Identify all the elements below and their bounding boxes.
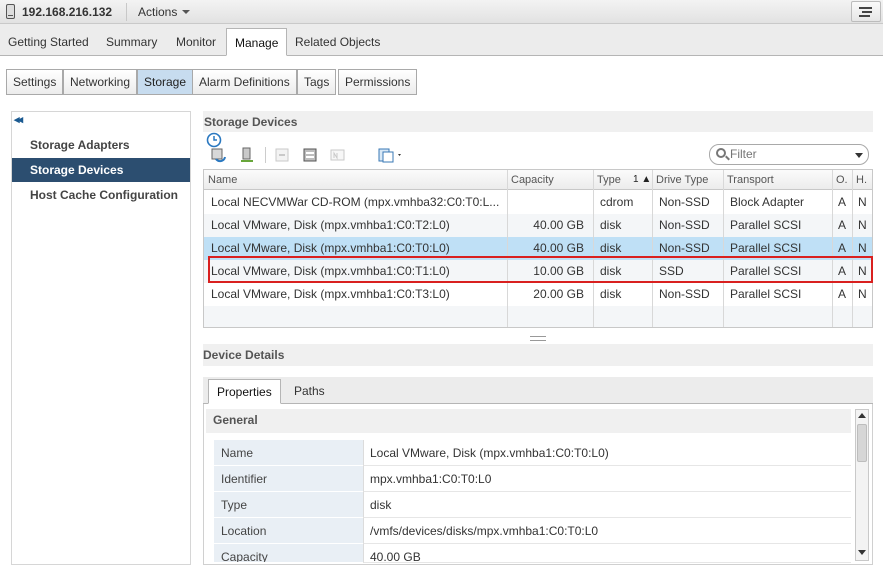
toolbar-divider — [265, 147, 266, 163]
table-row-empty — [204, 306, 872, 327]
column-header-name[interactable]: Name — [204, 170, 507, 190]
table-row[interactable]: Local NECVMWar CD-ROM (mpx.vmhba32:C0:T0… — [204, 191, 872, 214]
column-header-drive-type[interactable]: Drive Type — [652, 170, 723, 190]
property-label-identifier: Identifier — [214, 466, 363, 492]
column-divider — [723, 170, 724, 327]
tab-getting-started[interactable]: Getting Started — [0, 28, 97, 56]
column-header-h[interactable]: H. — [852, 170, 872, 190]
cell-name: Local VMware, Disk (mpx.vmhba1:C0:T2:L0) — [211, 218, 450, 232]
title-bar — [0, 0, 883, 24]
subtab-permissions[interactable]: Permissions — [338, 69, 418, 95]
filter-input[interactable] — [730, 146, 848, 162]
nav-item-host-cache-configuration[interactable]: Host Cache Configuration — [12, 183, 190, 207]
column-header-transport[interactable]: Transport — [723, 170, 832, 190]
scrollbar-thumb[interactable] — [857, 424, 867, 462]
cell-capacity: 40.00 GB — [533, 218, 584, 232]
scroll-up-icon[interactable] — [855, 409, 869, 422]
tab-monitor[interactable]: Monitor — [168, 28, 224, 56]
property-value-capacity: 40.00 GB — [363, 544, 851, 563]
column-divider — [593, 170, 594, 327]
property-label-name: Name — [214, 440, 363, 466]
cell-o: A — [838, 195, 847, 209]
host-icon — [6, 4, 15, 19]
subtab-networking[interactable]: Networking — [63, 69, 138, 95]
menu-icon — [859, 7, 872, 9]
nav-item-storage-adapters[interactable]: Storage Adapters — [12, 133, 190, 157]
column-header-o[interactable]: O. — [832, 170, 852, 190]
table-row[interactable]: Local VMware, Disk (mpx.vmhba1:C0:T3:L0)… — [204, 283, 872, 306]
scroll-down-icon[interactable] — [855, 545, 869, 559]
subtab-alarm-definitions[interactable]: Alarm Definitions — [192, 69, 297, 95]
tab-manage[interactable]: Manage — [226, 28, 288, 56]
cell-type: disk — [600, 218, 622, 232]
title-divider — [126, 3, 127, 21]
refresh-clock-icon[interactable] — [206, 132, 222, 148]
column-header-capacity[interactable]: Capacity — [507, 170, 593, 190]
cell-drive-type: Non-SSD — [659, 287, 710, 301]
cell-h: N — [858, 195, 867, 209]
cell-h: N — [858, 287, 867, 301]
host-title: 192.168.216.132 — [22, 5, 113, 19]
tab-paths[interactable]: Paths — [286, 379, 333, 404]
cell-capacity — [507, 191, 593, 214]
cell-type: cdrom — [600, 195, 634, 209]
disk-icon[interactable] — [302, 147, 318, 163]
general-section-title: General — [213, 413, 258, 427]
column-divider — [852, 170, 853, 327]
subtab-settings[interactable]: Settings — [6, 69, 64, 95]
mark-flash-icon[interactable] — [330, 147, 346, 163]
property-label-location: Location — [214, 518, 363, 544]
property-value-identifier: mpx.vmhba1:C0:T0:L0 — [363, 466, 851, 492]
tab-related-objects[interactable]: Related Objects — [287, 28, 388, 56]
nav-item-storage-devices[interactable]: Storage Devices — [12, 158, 190, 182]
attach-device-icon[interactable] — [239, 147, 255, 163]
cell-h: N — [858, 218, 867, 232]
menu-icon-line — [862, 11, 872, 13]
cell-o: A — [838, 218, 847, 232]
device-details-title: Device Details — [203, 348, 285, 362]
sort-indicator-icon: 1 ▲ — [633, 174, 652, 185]
detach-device-icon[interactable] — [274, 147, 290, 163]
storage-devices-title: Storage Devices — [204, 115, 298, 129]
column-divider — [507, 170, 508, 327]
property-label-capacity: Capacity — [214, 544, 363, 563]
cell-transport: Parallel SCSI — [730, 218, 802, 232]
general-section-bar — [206, 409, 851, 433]
subtab-storage[interactable]: Storage — [137, 69, 194, 95]
column-divider — [832, 170, 833, 327]
subtab-tags[interactable]: Tags — [297, 69, 337, 95]
tab-summary[interactable]: Summary — [98, 28, 165, 56]
cell-drive-type: Non-SSD — [659, 218, 710, 232]
property-label-type: Type — [214, 492, 363, 518]
menu-icon-line — [859, 15, 870, 17]
property-value-type: disk — [363, 492, 851, 518]
cell-transport: Parallel SCSI — [730, 287, 802, 301]
more-actions-icon[interactable] — [378, 147, 404, 163]
filter-dropdown-icon[interactable] — [855, 153, 863, 158]
panel-splitter[interactable] — [530, 336, 546, 341]
cell-capacity: 20.00 GB — [533, 287, 584, 301]
cell-type: disk — [600, 287, 622, 301]
actions-label: Actions — [138, 5, 178, 19]
ssd-row-highlight — [208, 256, 873, 283]
storage-devices-header — [203, 111, 873, 132]
cell-o: A — [838, 287, 847, 301]
menu-button[interactable] — [851, 1, 881, 22]
cell-name: Local VMware, Disk (mpx.vmhba1:C0:T3:L0) — [211, 287, 450, 301]
cell-name: Local NECVMWar CD-ROM (mpx.vmhba32:C0:T0… — [211, 195, 500, 209]
column-header-type[interactable]: Type — [593, 170, 629, 190]
column-divider — [652, 170, 653, 327]
device-details-header — [203, 344, 873, 366]
actions-menu[interactable]: Actions — [138, 5, 191, 19]
property-value-name: Local VMware, Disk (mpx.vmhba1:C0:T0:L0) — [363, 440, 851, 466]
collapse-icon[interactable]: ◂◂ — [14, 113, 23, 126]
tab-properties[interactable]: Properties — [208, 379, 281, 404]
chevron-down-icon — [182, 10, 191, 14]
cell-transport: Block Adapter — [730, 195, 805, 209]
rescan-storage-icon[interactable] — [210, 147, 226, 163]
cell-drive-type: Non-SSD — [659, 195, 710, 209]
table-row[interactable]: Local VMware, Disk (mpx.vmhba1:C0:T2:L0)… — [204, 214, 872, 237]
search-icon — [716, 148, 726, 158]
property-value-location: /vmfs/devices/disks/mpx.vmhba1:C0:T0:L0 — [363, 518, 851, 544]
